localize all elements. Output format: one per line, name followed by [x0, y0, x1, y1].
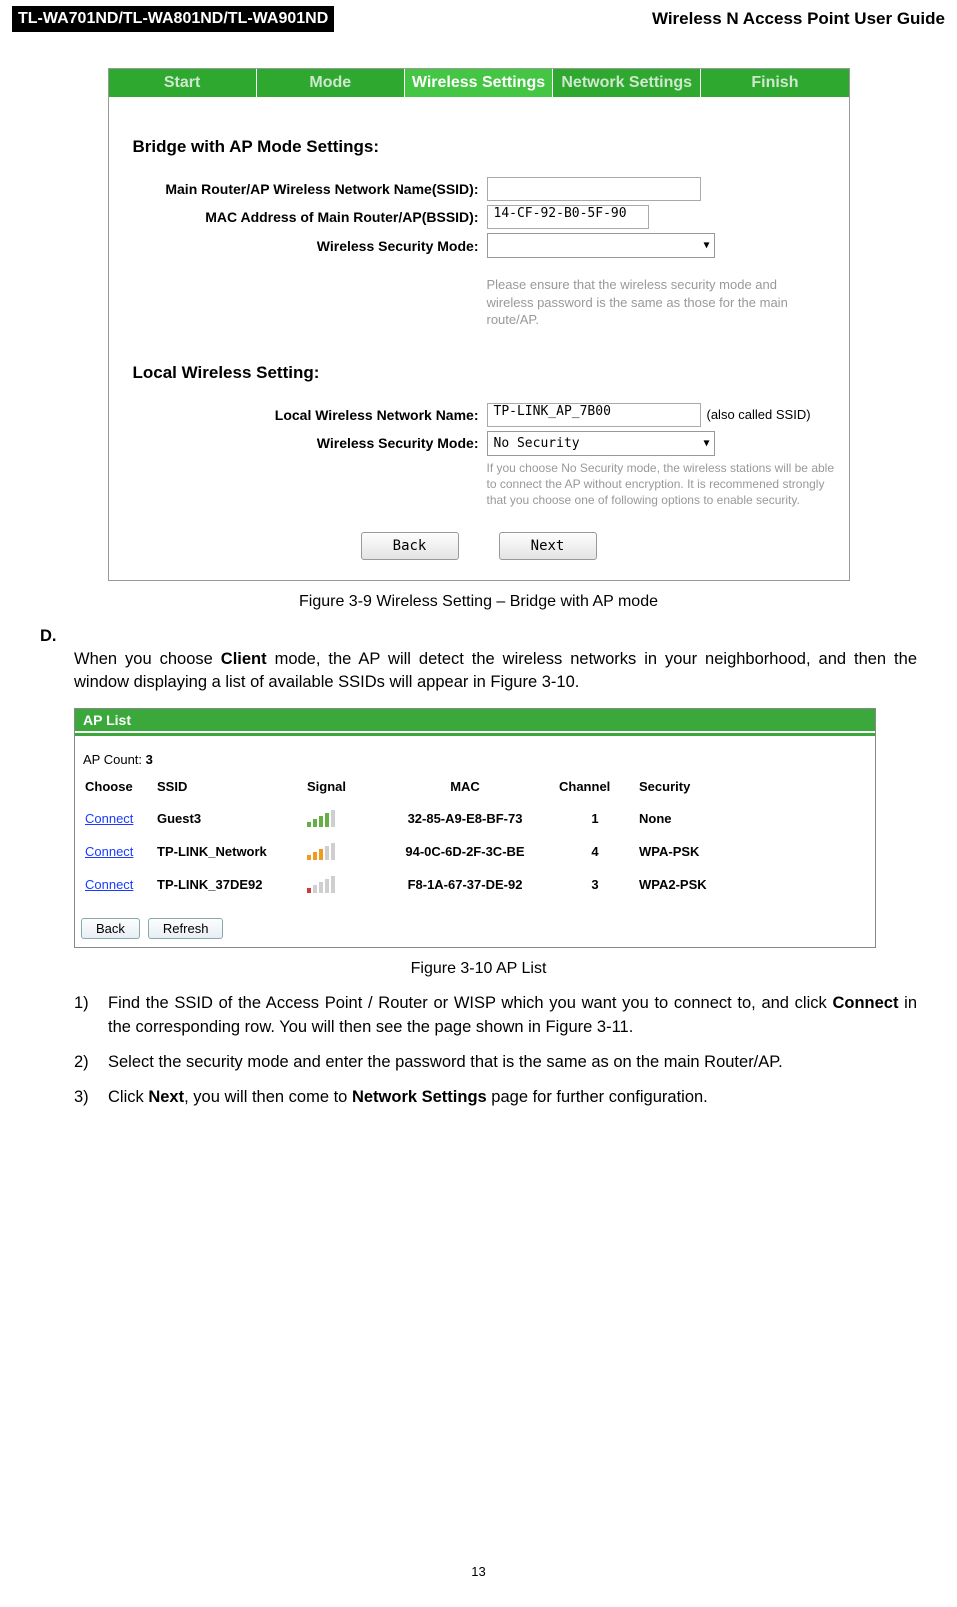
local-name-input[interactable]: TP-LINK_AP_7B00: [487, 403, 701, 427]
section-local-title: Local Wireless Setting:: [133, 363, 831, 383]
chevron-down-icon: ▼: [703, 240, 709, 251]
figure-3-9-caption: Figure 3-9 Wireless Setting – Bridge wit…: [40, 593, 917, 611]
ap-channel: 4: [555, 837, 635, 866]
connect-link[interactable]: Connect: [85, 811, 133, 826]
col-channel: Channel: [555, 773, 635, 800]
ap-row: Connect TP-LINK_37DE92 F8-1A-67-37-DE-92…: [81, 867, 869, 900]
section-bridge-title: Bridge with AP Mode Settings:: [133, 137, 831, 157]
figure-wireless-setting: Start Mode Wireless Settings Network Set…: [108, 68, 850, 581]
ap-row: Connect Guest3 32-85-A9-E8-BF-73 1 None: [81, 801, 869, 834]
ap-list-title: AP List: [75, 709, 875, 731]
security-mode-select[interactable]: ▼: [487, 233, 715, 258]
local-security-select[interactable]: No Security▼: [487, 431, 715, 456]
chevron-down-icon: ▼: [703, 438, 709, 449]
ap-security: WPA2-PSK: [635, 870, 745, 899]
ap-security: None: [635, 804, 745, 833]
back-button[interactable]: Back: [81, 918, 140, 939]
wizard-tab-start[interactable]: Start: [109, 69, 257, 97]
col-signal: Signal: [303, 773, 375, 800]
figure-3-10-caption: Figure 3-10 AP List: [40, 960, 917, 978]
local-name-label: Local Wireless Network Name:: [127, 407, 487, 423]
signal-icon: [307, 875, 371, 893]
ap-channel: 1: [555, 804, 635, 833]
local-security-label: Wireless Security Mode:: [127, 435, 487, 451]
ap-mac: 32-85-A9-E8-BF-73: [375, 804, 555, 833]
col-mac: MAC: [375, 773, 555, 800]
connect-link[interactable]: Connect: [85, 877, 133, 892]
bssid-input[interactable]: 14-CF-92-B0-5F-90: [487, 205, 649, 229]
connect-link[interactable]: Connect: [85, 844, 133, 859]
col-ssid: SSID: [153, 773, 303, 800]
ap-count: AP Count: 3: [83, 752, 869, 767]
security-hint-text: Please ensure that the wireless security…: [487, 276, 807, 329]
ap-ssid: Guest3: [153, 804, 303, 833]
figure-ap-list: AP List AP Count: 3 Choose SSID Signal M…: [74, 708, 876, 948]
steps-list: 1)Find the SSID of the Access Point / Ro…: [74, 992, 917, 1108]
col-choose: Choose: [81, 773, 153, 800]
ap-channel: 3: [555, 870, 635, 899]
ap-row: Connect TP-LINK_Network 94-0C-6D-2F-3C-B…: [81, 834, 869, 867]
wizard-tabs: Start Mode Wireless Settings Network Set…: [109, 69, 849, 97]
ap-ssid: TP-LINK_37DE92: [153, 870, 303, 899]
paragraph-d: D.When you choose Client mode, the AP wi…: [40, 625, 917, 694]
ssid-label: Main Router/AP Wireless Network Name(SSI…: [127, 181, 487, 197]
wizard-tab-mode[interactable]: Mode: [257, 69, 405, 97]
local-security-hint: If you choose No Security mode, the wire…: [487, 460, 847, 509]
bssid-label: MAC Address of Main Router/AP(BSSID):: [127, 209, 487, 225]
next-button[interactable]: Next: [499, 532, 597, 560]
ssid-input[interactable]: [487, 177, 701, 201]
ap-security: WPA-PSK: [635, 837, 745, 866]
doc-model-header: TL-WA701ND/TL-WA801ND/TL-WA901ND: [12, 6, 334, 32]
refresh-button[interactable]: Refresh: [148, 918, 224, 939]
signal-icon: [307, 842, 371, 860]
page-number: 13: [0, 1564, 957, 1579]
ap-mac: F8-1A-67-37-DE-92: [375, 870, 555, 899]
wizard-tab-wireless-settings[interactable]: Wireless Settings: [405, 69, 553, 97]
col-security: Security: [635, 773, 745, 800]
wizard-tab-finish[interactable]: Finish: [701, 69, 848, 97]
back-button[interactable]: Back: [361, 532, 459, 560]
security-mode-label: Wireless Security Mode:: [127, 238, 487, 254]
doc-title-header: Wireless N Access Point User Guide: [652, 9, 945, 29]
signal-icon: [307, 809, 371, 827]
ap-ssid: TP-LINK_Network: [153, 837, 303, 866]
ap-mac: 94-0C-6D-2F-3C-BE: [375, 837, 555, 866]
also-ssid-text: (also called SSID): [707, 407, 811, 422]
wizard-tab-network-settings[interactable]: Network Settings: [553, 69, 701, 97]
